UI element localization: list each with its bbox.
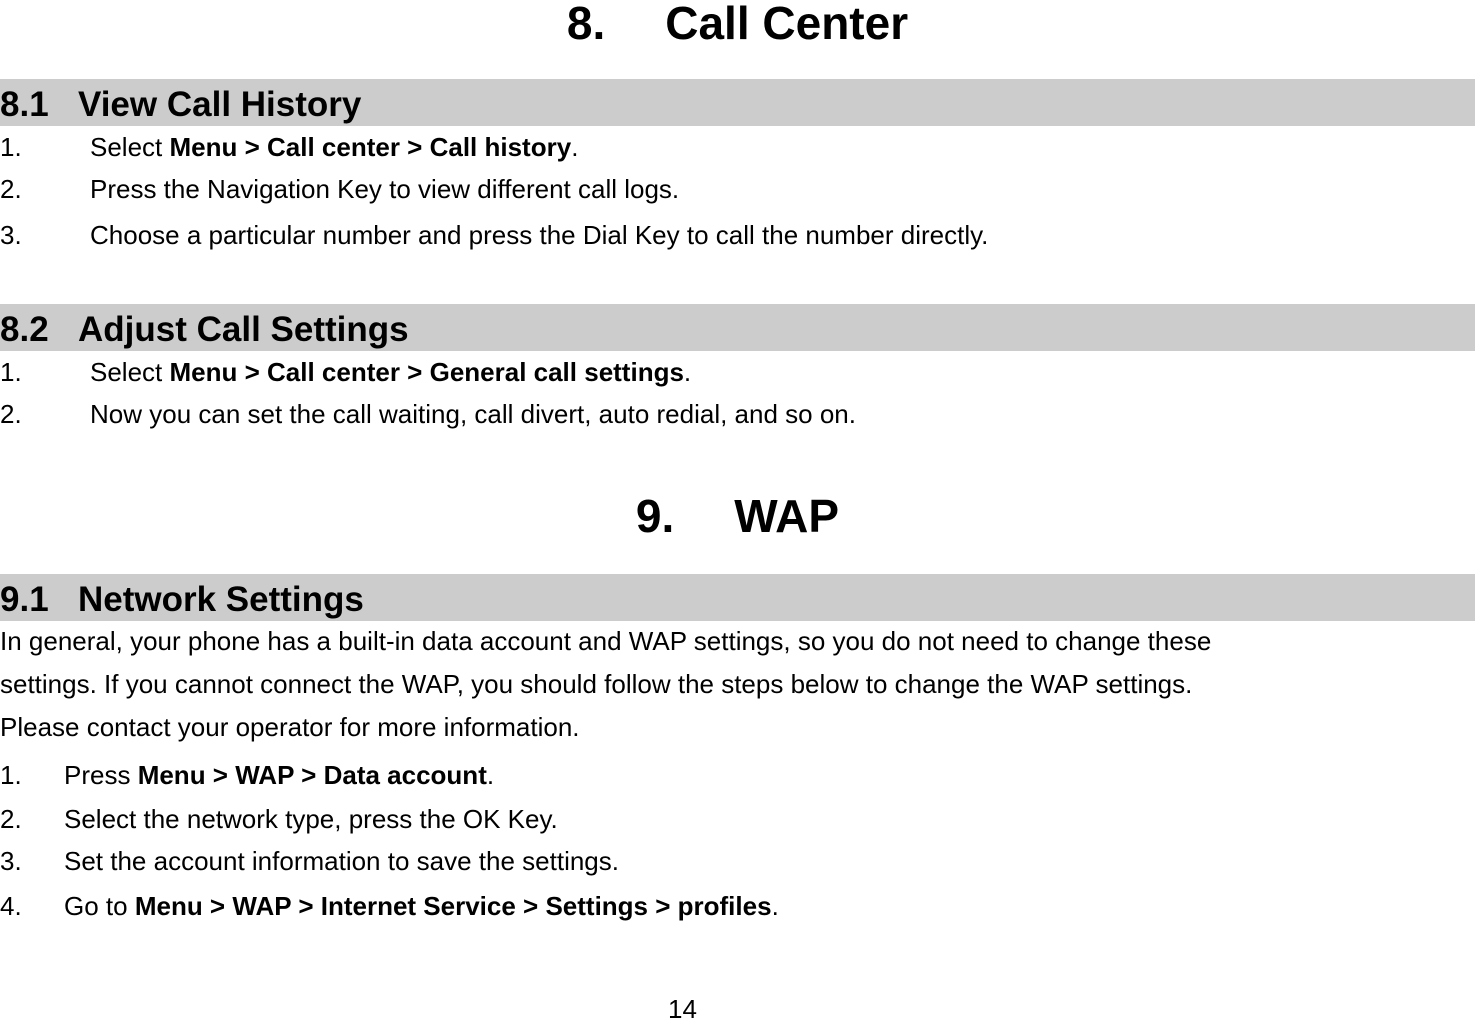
step-number: 2. — [0, 399, 22, 429]
chapter-heading-wap: 9. WAP — [0, 493, 1475, 539]
step-number: 4. — [0, 891, 22, 921]
step-text: Choose a particular number and press the… — [90, 220, 989, 250]
section-heading-network-settings: 9.1 Network Settings — [0, 574, 1475, 621]
step-number: 3. — [0, 846, 22, 876]
paragraph-line: In general, your phone has a built-in da… — [0, 626, 1212, 656]
step-text: Select Menu > Call center > Call history… — [90, 132, 579, 162]
chapter-title: WAP — [734, 490, 840, 542]
section-title-text: View Call History — [78, 85, 362, 124]
step-number: 1. — [0, 132, 22, 162]
menu-path: Menu > Call center > General call settin… — [169, 357, 684, 387]
step-text: Now you can set the call waiting, call d… — [90, 399, 856, 429]
section-title-text: Adjust Call Settings — [78, 310, 409, 349]
chapter-number: 8. — [566, 0, 606, 49]
intro-paragraph: In general, your phone has a built-in da… — [0, 620, 1475, 749]
step-number: 1. — [0, 760, 22, 790]
section-title: 8.2 Adjust Call Settings — [0, 306, 409, 353]
menu-path: Menu > WAP > Data account — [137, 760, 487, 790]
chapter-number: 9. — [635, 490, 675, 542]
chapter-heading-call-center: 8. Call Center — [0, 0, 1475, 46]
paragraph-line: Please contact your operator for more in… — [0, 712, 580, 742]
chapter-title: Call Center — [665, 0, 909, 49]
step-text: Select the network type, press the OK Ke… — [64, 804, 558, 834]
step-text: Press the Navigation Key to view differe… — [90, 174, 680, 204]
menu-path: Menu > WAP > Internet Service > Settings… — [134, 891, 772, 921]
section-heading-adjust-call-settings: 8.2 Adjust Call Settings — [0, 304, 1475, 351]
step-text: Go to Menu > WAP > Internet Service > Se… — [64, 891, 779, 921]
section-number: 9.1 — [0, 580, 49, 619]
menu-path: Menu > Call center > Call history — [169, 132, 572, 162]
step-text: Select Menu > Call center > General call… — [90, 357, 692, 387]
section-number: 8.1 — [0, 85, 49, 124]
section-title: 8.1 View Call History — [0, 81, 361, 128]
step-number: 1. — [0, 357, 22, 387]
step-text: Press Menu > WAP > Data account. — [64, 760, 495, 790]
step-number: 2. — [0, 174, 22, 204]
section-title: 9.1 Network Settings — [0, 576, 364, 623]
page-number: 14 — [668, 994, 697, 1024]
step-number: 2. — [0, 804, 22, 834]
section-heading-view-call-history: 8.1 View Call History — [0, 79, 1475, 126]
section-number: 8.2 — [0, 310, 49, 349]
section-title-text: Network Settings — [78, 580, 364, 619]
paragraph-line: settings. If you cannot connect the WAP,… — [0, 669, 1193, 699]
step-text: Set the account information to save the … — [64, 846, 619, 876]
step-number: 3. — [0, 220, 22, 250]
